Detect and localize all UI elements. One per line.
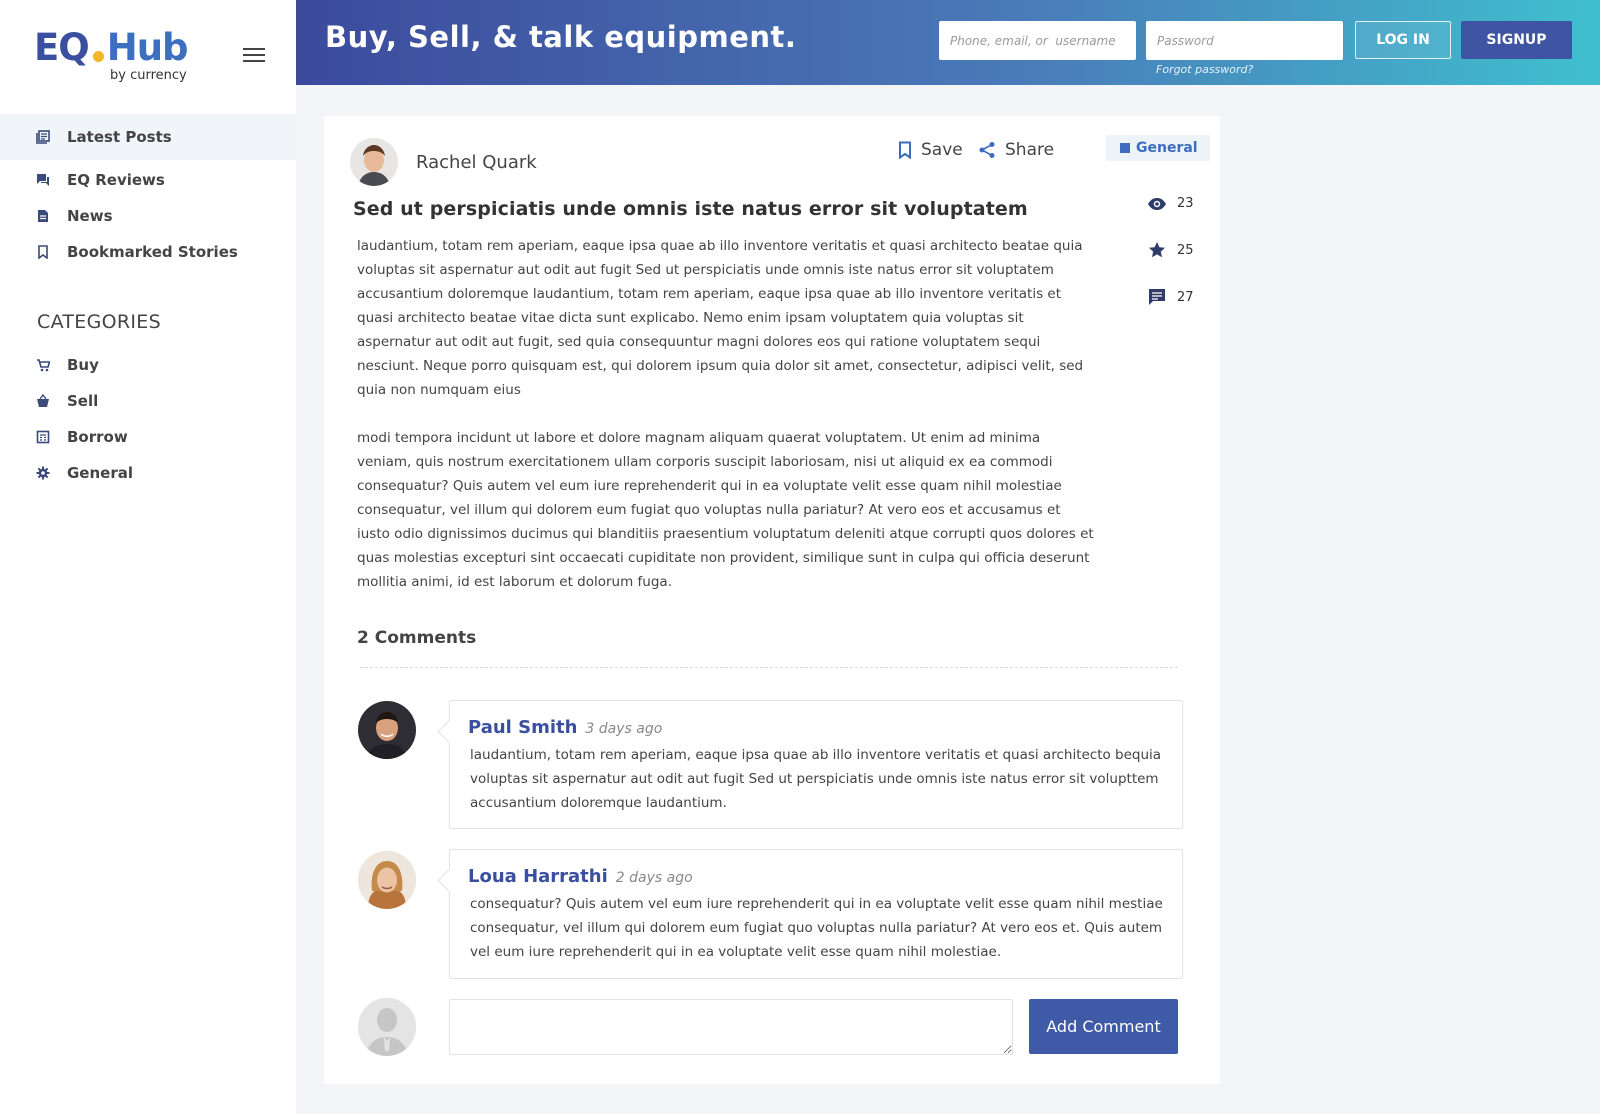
sidebar-item-label: Latest Posts xyxy=(67,128,172,146)
comments-stat: 27 xyxy=(1146,288,1194,306)
logo-wordmark: EQ Hub xyxy=(34,28,194,68)
basket-icon xyxy=(36,394,50,408)
star-icon xyxy=(1146,241,1168,259)
commenter-name[interactable]: Loua Harrathi xyxy=(468,866,608,887)
stars-count: 25 xyxy=(1177,242,1194,258)
sidebar-item-bookmarked-stories[interactable]: Bookmarked Stories xyxy=(0,234,296,270)
category-buy[interactable]: Buy xyxy=(0,347,296,383)
commenter-avatar[interactable] xyxy=(358,851,416,909)
comments-divider xyxy=(360,667,1178,668)
post-body: laudantium, totam rem aperiam, eaque ips… xyxy=(357,234,1097,594)
newspaper-icon xyxy=(36,130,50,144)
password-input[interactable] xyxy=(1146,21,1343,60)
categories-title: CATEGORIES xyxy=(37,311,161,333)
chat-icon xyxy=(36,173,50,187)
commenter-avatar[interactable] xyxy=(358,701,416,759)
current-user-avatar xyxy=(358,998,416,1056)
category-label: Sell xyxy=(67,392,99,410)
tag-square-icon xyxy=(1120,143,1130,153)
bookmark-icon xyxy=(36,245,50,259)
signup-button[interactable]: SIGNUP xyxy=(1461,21,1572,59)
category-label: General xyxy=(67,464,133,482)
views-count: 23 xyxy=(1177,196,1194,211)
category-tag[interactable]: General xyxy=(1106,135,1210,161)
sidebar-item-label: EQ Reviews xyxy=(67,171,165,189)
comment-icon xyxy=(1146,288,1168,306)
gear-icon xyxy=(36,466,50,480)
post-title[interactable]: Sed ut perspiciatis unde omnis iste natu… xyxy=(353,198,1028,220)
post-paragraph: modi tempora incidunt ut labore et dolor… xyxy=(357,430,1094,590)
comments-count: 27 xyxy=(1177,289,1194,305)
add-comment-button[interactable]: Add Comment xyxy=(1029,999,1178,1054)
comment-header: Loua Harrathi 2 days ago xyxy=(468,866,693,887)
comment-card: Paul Smith 3 days ago laudantium, totam r… xyxy=(449,700,1183,829)
commenter-name[interactable]: Paul Smith xyxy=(468,717,577,738)
comment-header: Paul Smith 3 days ago xyxy=(468,717,662,738)
sidebar-item-latest-posts[interactable]: Latest Posts xyxy=(0,114,296,160)
sidebar-item-news[interactable]: News xyxy=(0,198,296,234)
category-general[interactable]: General xyxy=(0,455,296,491)
sidebar-item-label: News xyxy=(67,207,113,225)
username-input[interactable] xyxy=(939,21,1136,60)
calculator-icon xyxy=(36,430,50,444)
author-avatar[interactable] xyxy=(350,138,398,186)
comment-input[interactable] xyxy=(449,999,1013,1055)
views-stat: 23 xyxy=(1146,196,1194,211)
category-label: Borrow xyxy=(67,428,128,446)
stars-stat: 25 xyxy=(1146,241,1194,259)
main-nav: Latest Posts EQ Reviews News Bookmarked … xyxy=(0,114,296,270)
category-sell[interactable]: Sell xyxy=(0,383,296,419)
share-label: Share xyxy=(1005,140,1055,160)
save-button[interactable]: Save xyxy=(898,140,963,160)
comment-text: laudantium, totam rem aperiam, eaque ips… xyxy=(470,747,1162,811)
top-header: Buy, Sell, & talk equipment. LOG IN SIGN… xyxy=(296,0,1600,85)
forgot-password-link[interactable]: Forgot password? xyxy=(1156,63,1253,76)
comment-timestamp: 3 days ago xyxy=(585,721,663,737)
category-label: Buy xyxy=(67,356,99,374)
sidebar-item-label: Bookmarked Stories xyxy=(67,243,238,261)
comment-timestamp: 2 days ago xyxy=(615,870,693,886)
save-label: Save xyxy=(921,140,963,160)
sidebar-item-eq-reviews[interactable]: EQ Reviews xyxy=(0,162,296,198)
logo-eq: EQ xyxy=(34,26,90,69)
eye-icon xyxy=(1146,197,1168,211)
category-borrow[interactable]: Borrow xyxy=(0,419,296,455)
categories-nav: Buy Sell Borrow General xyxy=(0,347,296,491)
share-icon xyxy=(978,141,996,159)
share-button[interactable]: Share xyxy=(978,140,1054,160)
logo[interactable]: EQ Hub by currency xyxy=(34,28,194,88)
logo-dot xyxy=(92,51,104,62)
post-paragraph: laudantium, totam rem aperiam, eaque ips… xyxy=(357,238,1084,398)
sidebar: EQ Hub by currency Latest Posts EQ Review… xyxy=(0,0,296,1114)
post-card: Rachel Quark Save Share General Sed ut p… xyxy=(324,116,1220,1084)
logo-hub: Hub xyxy=(106,26,189,69)
tagline: Buy, Sell, & talk equipment. xyxy=(325,20,797,54)
document-icon xyxy=(36,209,50,223)
tag-label: General xyxy=(1136,140,1198,156)
cart-icon xyxy=(36,358,50,372)
comment-card: Loua Harrathi 2 days ago consequatur? Qui… xyxy=(449,849,1183,979)
login-button[interactable]: LOG IN xyxy=(1355,21,1451,59)
comments-title: 2 Comments xyxy=(357,628,477,648)
bookmark-icon xyxy=(898,141,912,159)
author-name[interactable]: Rachel Quark xyxy=(416,152,537,173)
comment-text: consequatur? Quis autem vel eum iure rep… xyxy=(470,896,1163,960)
logo-subtitle: by currency xyxy=(110,68,187,83)
menu-icon[interactable] xyxy=(243,48,265,64)
